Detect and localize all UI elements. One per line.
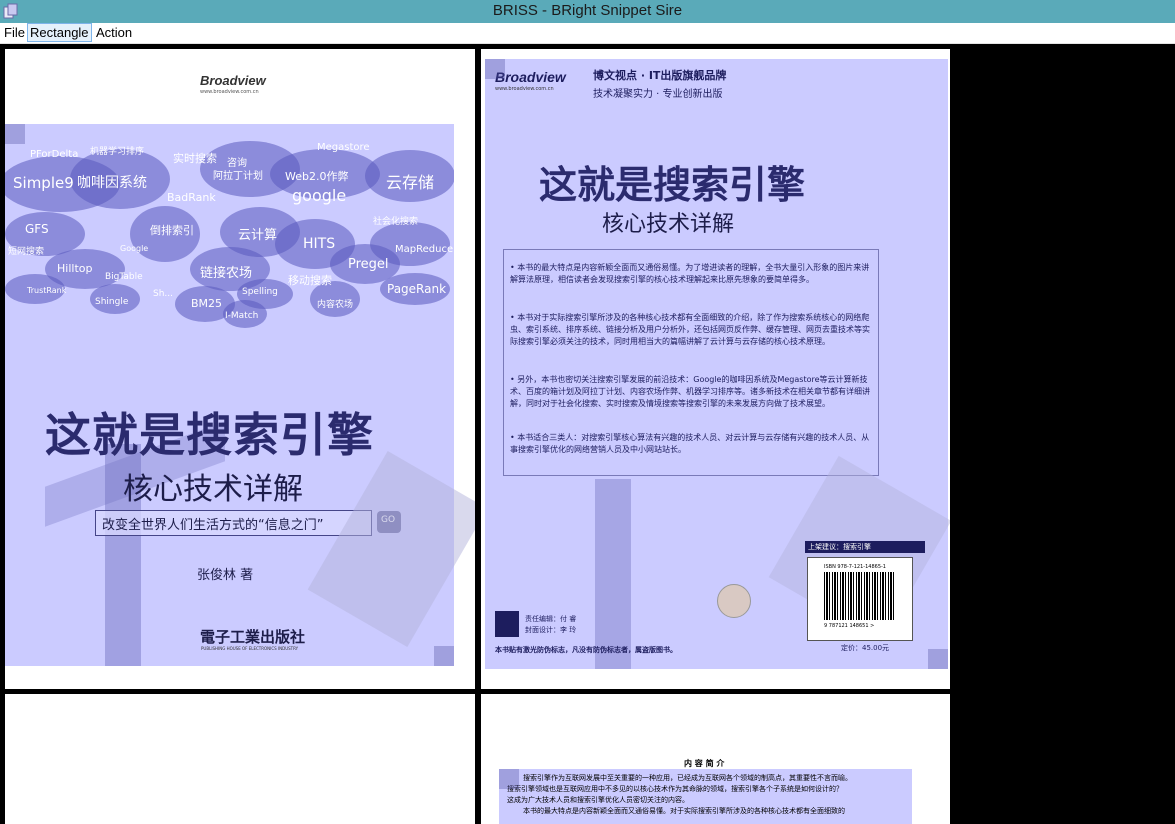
price-text: 定价：45.00元 <box>841 644 890 652</box>
crop-rectangle[interactable]: PForDelta 机器学习排序 实时搜索 Megastore Simple9 … <box>5 124 475 666</box>
cloud-word: 咖啡因系统 <box>77 175 147 191</box>
bullet-text: 本书的最大特点是内容新颖全面而又通俗易懂。为了增进读者的理解，全书大量引入形象的… <box>510 263 870 284</box>
slogan-text: 改变全世界人们生活方式的“信息之门” <box>102 518 324 533</box>
cloud-word: BM25 <box>191 297 223 310</box>
category-bar: 上架建议：搜索引擎 <box>805 541 925 553</box>
cloud-word: MapReduce <box>395 244 454 255</box>
cloud-word: PForDelta <box>30 149 79 160</box>
intro-line: 搜索引擎作为互联网发展中至关重要的一种应用，已经成为互联网各个领域的制高点，其重… <box>523 774 852 782</box>
cloud-word: 社会化搜索 <box>373 217 419 227</box>
page-blank <box>5 694 475 824</box>
back-title: 这就是搜索引擎 <box>539 162 806 207</box>
cloud-word: 阿拉丁计划 <box>213 171 263 182</box>
bullet-item: • 本书对于实际搜索引擎所涉及的各种核心技术都有全面细致的介绍，除了作为搜索系统… <box>510 313 870 346</box>
cloud-word: google <box>292 186 347 205</box>
slogan-box: 改变全世界人们生活方式的“信息之门” <box>95 510 372 536</box>
bullet-item: • 另外，本书也密切关注搜索引擎发展的前沿技术：Google的咖啡因系统及Meg… <box>510 375 870 408</box>
cloud-word: HITS <box>303 236 336 252</box>
rect-handle-top-left[interactable] <box>5 124 25 144</box>
cloud-word: BigTable <box>105 272 143 282</box>
intro-line: 搜索引擎领域也是互联网应用中不多见的以核心技术作为其命脉的领域，搜索引擎各个子系… <box>507 785 843 793</box>
cloud-word: Megastore <box>317 142 370 153</box>
crop-rectangle[interactable]: Broadview www.broadview.com.cn 博文视点 · IT… <box>485 59 950 669</box>
cover-press: 電子工業出版社 <box>200 628 306 646</box>
intro-line: 这成为广大技术人员和搜索引擎优化人员密切关注的内容。 <box>507 796 689 804</box>
brand-line-1: 博文视点 · IT出版旗舰品牌 <box>593 69 727 82</box>
cloud-word: 机器学习排序 <box>90 147 145 157</box>
brand-line-2: 技术凝聚实力 · 专业创新出版 <box>593 89 723 100</box>
publisher-logo: Broadview <box>495 69 566 85</box>
cloud-word: Sh... <box>153 289 173 299</box>
cloud-word: 云存储 <box>386 173 435 192</box>
menu-bar: File Rectangle Action <box>0 23 1175 44</box>
rect-handle-bottom-right[interactable] <box>434 646 454 666</box>
cloud-word: GFS <box>25 222 49 236</box>
cloud-word: PageRank <box>387 282 447 296</box>
cloud-word: 移动搜索 <box>288 274 332 287</box>
cover-author: 张俊林 著 <box>197 568 254 583</box>
publisher-url: www.broadview.com.cn <box>200 89 259 95</box>
bullet-item: • 本书的最大特点是内容新颖全面而又通俗易懂。为了增进读者的理解，全书大量引入形… <box>510 263 870 284</box>
publisher-logo: Broadview <box>200 73 266 88</box>
laser-sticker <box>717 584 751 618</box>
cloud-word: Web2.0作弊 <box>285 170 349 183</box>
barcode-bars <box>824 572 896 620</box>
rect-handle-bottom-right[interactable] <box>928 649 948 669</box>
crop-rectangle[interactable]: 搜索引擎作为互联网发展中至关重要的一种应用，已经成为互联网各个领域的制高点，其重… <box>499 769 912 824</box>
cloud-word: Hilltop <box>57 262 93 275</box>
menu-file[interactable]: File <box>2 24 27 41</box>
category-text: 上架建议：搜索引擎 <box>808 543 871 551</box>
cloud-word: Pregel <box>348 257 389 272</box>
bullet-text: 另外，本书也密切关注搜索引擎发展的前沿技术：Google的咖啡因系统及Megas… <box>510 375 870 408</box>
cover-press-en: PUBLISHING HOUSE OF ELECTRONICS INDUSTRY <box>201 646 299 651</box>
cover-title: 这就是搜索引擎 <box>45 408 374 462</box>
rect-handle-top-left[interactable] <box>499 769 519 789</box>
seal-watermark <box>307 450 475 648</box>
barcode-box: ISBN 978-7-121-14865-1 9 787121 148651 > <box>807 557 913 641</box>
cloud-word: Google <box>120 244 149 253</box>
rect-handle-top-left[interactable] <box>485 59 505 79</box>
window-title: BRISS - BRight Snippet Sire <box>492 2 683 19</box>
cloud-word: I-Match <box>225 311 259 321</box>
editor-text: 责任编辑：付 睿 <box>525 615 577 623</box>
cloud-word: 实时搜索 <box>173 152 217 165</box>
bullet-text: 本书适合三类人：对搜索引擎核心算法有兴趣的技术人员、对云计算与云存储有兴趣的技术… <box>510 433 870 454</box>
menu-action[interactable]: Action <box>94 24 134 41</box>
cloud-word: Shingle <box>95 297 129 307</box>
watermark-stroke <box>595 479 631 669</box>
isbn-text: ISBN 978-7-121-14865-1 <box>824 564 886 570</box>
cloud-word: 短网搜索 <box>8 247 45 257</box>
antifake-text: 本书贴有激光防伪标志，凡没有防伪标志者，属盗版图书。 <box>495 646 677 654</box>
page-workspace: Broadview www.broadview.com.cn PForDelta… <box>0 44 1175 824</box>
cloud-word: 链接农场 <box>200 266 253 281</box>
description-box: • 本书的最大特点是内容新颖全面而又通俗易懂。为了增进读者的理解，全书大量引入形… <box>503 249 879 476</box>
cloud-word: TrustRank <box>27 286 67 295</box>
page-back-cover: Broadview www.broadview.com.cn 博文视点 · IT… <box>481 49 950 689</box>
page-front-cover: Broadview www.broadview.com.cn PForDelta… <box>5 49 475 689</box>
intro-line: 本书的最大特点是内容新颖全面而又通俗易懂。对于实际搜索引擎所涉及的各种核心技术都… <box>523 807 845 815</box>
cloud-word: 内容农场 <box>317 300 354 310</box>
bullet-item: • 本书适合三类人：对搜索引擎核心算法有兴趣的技术人员、对云计算与云存储有兴趣的… <box>510 433 870 454</box>
page-introduction: 内 容 简 介 搜索引擎作为互联网发展中至关重要的一种应用，已经成为互联网各个领… <box>481 694 950 824</box>
barcode-digits: 9 787121 148651 > <box>824 623 875 629</box>
intro-heading: 内 容 简 介 <box>684 759 725 768</box>
cover-subtitle: 核心技术详解 <box>123 472 303 507</box>
designer-text: 封面设计：李 玲 <box>525 626 577 634</box>
menu-rectangle[interactable]: Rectangle <box>27 23 92 42</box>
cloud-word: 云计算 <box>238 228 278 243</box>
cloud-word: BadRank <box>167 191 216 204</box>
press-logo-icon <box>495 611 519 637</box>
publisher-url: www.broadview.com.cn <box>495 86 554 92</box>
cloud-word: Spelling <box>242 287 278 297</box>
cloud-word: Simple9 <box>13 174 74 192</box>
title-bar: BRISS - BRight Snippet Sire <box>0 0 1175 23</box>
back-subtitle: 核心技术详解 <box>602 212 735 237</box>
cloud-word: 倒排索引 <box>150 224 194 237</box>
bullet-text: 本书对于实际搜索引擎所涉及的各种核心技术都有全面细致的介绍，除了作为搜索系统核心… <box>510 313 870 346</box>
